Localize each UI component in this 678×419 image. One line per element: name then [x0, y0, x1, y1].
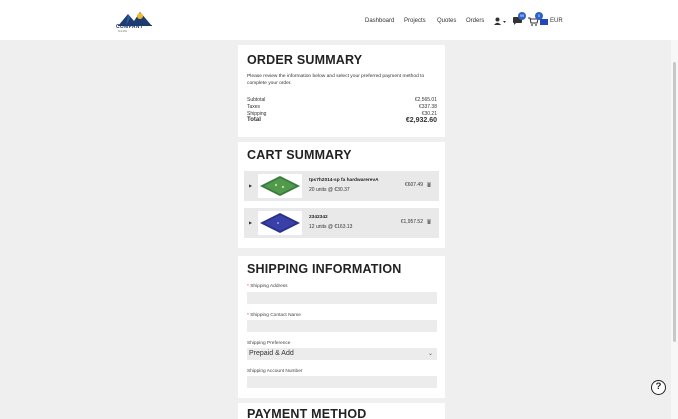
shipping-contact-label-text: Shipping Contact Name [250, 313, 301, 318]
cart-item-name: tps7h2014-sp fa hardwarerevA [309, 178, 379, 183]
expand-arrow-icon[interactable]: ▶ [249, 183, 252, 188]
cart-item-price: €607.49 [404, 182, 423, 188]
shipping-contact-label: * Shipping Contact Name [247, 313, 301, 318]
taxes-value: €337.38 [418, 104, 437, 110]
cart-summary-card: CART SUMMARY ▶ tps7h2014-sp fa hardwarer… [238, 142, 445, 248]
trash-icon[interactable] [427, 219, 431, 224]
eu-flag-icon [540, 19, 548, 25]
cart-item-qty: 12 units @ €163.13 [309, 224, 353, 230]
expand-arrow-icon[interactable]: ▶ [249, 220, 252, 225]
subtotal-label: Subtotal [247, 97, 266, 103]
user-menu-icon[interactable] [494, 17, 506, 26]
cart-item-price: €1,957.52 [400, 219, 423, 225]
subtotal-value: €2,565.01 [414, 97, 437, 103]
help-button[interactable]: ? [651, 380, 666, 395]
total-value: €2,932.60 [405, 117, 437, 124]
messages-badge: 99 [518, 12, 526, 20]
cart-summary-title: CART SUMMARY [247, 148, 352, 162]
required-mark: * [247, 284, 249, 289]
nav-dashboard[interactable]: Dashboard [365, 18, 394, 24]
shipping-address-label: * Shipping Address [247, 284, 288, 289]
top-navbar: COMPANY NAME Dashboard Projects Quotes O… [0, 0, 678, 40]
shipping-address-label-text: Shipping Address [250, 284, 288, 289]
nav-quotes[interactable]: Quotes [437, 18, 456, 24]
shipping-address-input[interactable] [247, 292, 437, 304]
total-label: Total [247, 117, 261, 123]
pcb-thumbnail [258, 174, 302, 198]
cart-item: ▶ 2342342 12 units @ €163.13 €1,957.52 [244, 208, 439, 238]
payment-method-title: PAYMENT METHOD [247, 407, 367, 419]
cart-item: ▶ tps7h2014-sp fa hardwarerevA 20 units … [244, 171, 439, 201]
logo-subtext: NAME [118, 30, 128, 33]
shipping-preference-label: Shipping Preference [247, 341, 291, 346]
order-summary-description: Please review the information below and … [247, 74, 425, 86]
shipping-contact-input[interactable] [247, 320, 437, 332]
order-summary-title: ORDER SUMMARY [247, 53, 363, 67]
currency-selector[interactable]: EUR [550, 18, 563, 24]
nav-orders[interactable]: Orders [466, 18, 484, 24]
pcb-thumbnail [258, 211, 302, 235]
trash-icon[interactable] [427, 182, 431, 187]
order-summary-card: ORDER SUMMARY Please review the informat… [238, 45, 445, 137]
nav-projects[interactable]: Projects [404, 18, 426, 24]
cart-item-name: 2342342 [309, 215, 328, 220]
taxes-label: Taxes [247, 104, 261, 110]
shipping-account-input[interactable] [247, 376, 437, 388]
shipping-preference-select[interactable]: Prepaid & Add ⌄ [247, 348, 437, 360]
shipping-account-label: Shipping Account Number [247, 369, 303, 374]
cart-item-qty: 20 units @ €30.37 [309, 187, 350, 193]
shipping-preference-value: Prepaid & Add [249, 350, 294, 357]
chevron-down-icon: ⌄ [427, 351, 433, 357]
shipping-info-title: SHIPPING INFORMATION [247, 262, 402, 276]
scrollbar-thumb[interactable] [673, 62, 676, 342]
shipping-info-card: SHIPPING INFORMATION * Shipping Address … [238, 256, 445, 398]
payment-method-card: PAYMENT METHOD [238, 403, 445, 419]
required-mark: * [247, 313, 249, 318]
